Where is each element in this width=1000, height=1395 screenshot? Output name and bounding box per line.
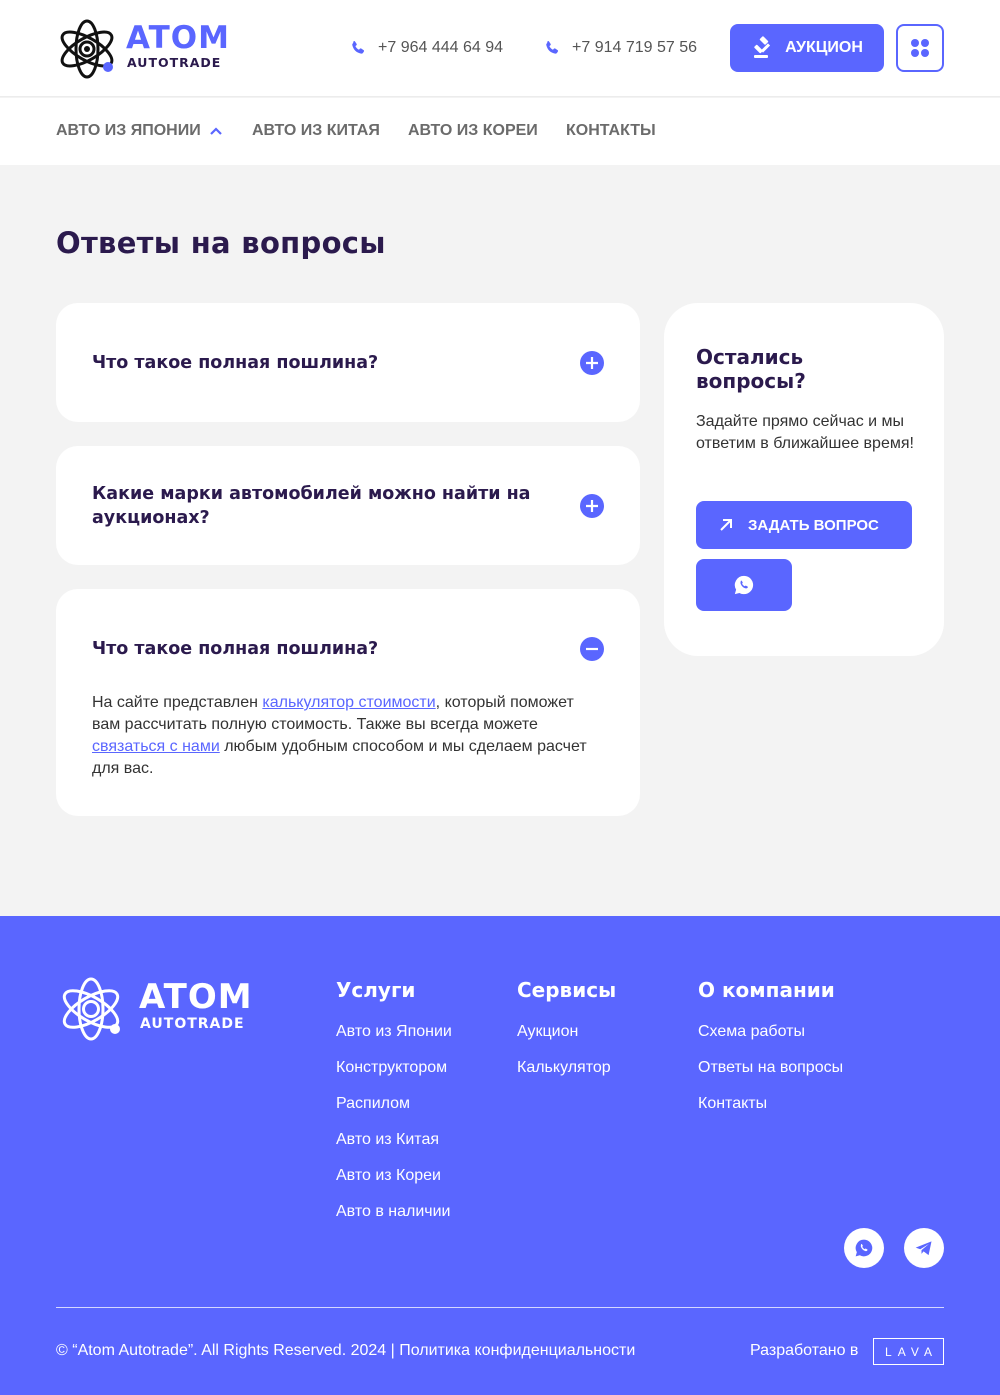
questions-card: Остались вопросы? Задайте прямо сейчас и… <box>664 303 944 656</box>
faq-answer-text: На сайте представлен <box>92 694 263 711</box>
nav-item-label: КОНТАКТЫ <box>566 122 656 139</box>
telegram-icon <box>915 1241 932 1256</box>
nav-item-label: АВТО ИЗ КИТАЯ <box>252 122 380 139</box>
faq-question: Что такое полная пошлина? <box>92 353 379 373</box>
faq-question: Что такое полная пошлина? <box>92 639 379 659</box>
plus-icon <box>586 357 598 369</box>
footer-column-tools: Сервисы Аукцион Калькулятор <box>517 978 616 1095</box>
site-footer: ATOM AUTOTRADE Услуги Авто из Японии Кон… <box>0 916 1000 1395</box>
footer-column-services: Услуги Авто из Японии Конструктором Расп… <box>336 978 452 1239</box>
faq-item-expanded[interactable]: Что такое полная пошлина? На сайте предс… <box>56 589 640 816</box>
footer-logo-wordmark: ATOM <box>139 977 253 1017</box>
auction-button[interactable]: АУКЦИОН <box>730 24 884 72</box>
phone-icon <box>352 41 365 54</box>
whatsapp-icon <box>734 575 754 595</box>
faq-item[interactable]: Что такое полная пошлина? <box>56 303 640 422</box>
questions-card-text: Задайте прямо сейчас и мы ответим в ближ… <box>696 413 914 452</box>
footer-column-company: О компании Схема работы Ответы на вопрос… <box>698 978 843 1131</box>
faq-expand-button[interactable] <box>580 494 604 518</box>
ask-question-label: ЗАДАТЬ ВОПРОС <box>748 516 879 534</box>
faq-question: Какие марки автомобилей можно найти на а… <box>92 484 531 528</box>
footer-link[interactable]: Конструктором <box>336 1059 452 1077</box>
atom-logo-icon <box>60 19 114 79</box>
phone-icon <box>546 41 559 54</box>
footer-link[interactable]: Авто из Кореи <box>336 1167 452 1185</box>
menu-button[interactable] <box>896 24 944 72</box>
footer-whatsapp-button[interactable] <box>844 1228 884 1268</box>
chevron-up-icon <box>209 127 222 135</box>
minus-icon <box>586 647 598 651</box>
logo-subtitle: AUTOTRADE <box>127 55 222 70</box>
footer-link[interactable]: Контакты <box>698 1095 843 1113</box>
gavel-icon <box>754 36 771 58</box>
developer-label: Разработано в <box>750 1342 859 1359</box>
grid-dots-icon <box>911 39 929 57</box>
ask-question-button[interactable]: ЗАДАТЬ ВОПРОС <box>696 501 912 549</box>
footer-link[interactable]: Распилом <box>336 1095 452 1113</box>
footer-link[interactable]: Ответы на вопросы <box>698 1059 843 1077</box>
footer-link[interactable]: Авто из Японии <box>336 1023 452 1041</box>
copyright-text[interactable]: © “Atom Autotrade”. All Rights Reserved.… <box>56 1342 635 1360</box>
faq-answer: На сайте представлен калькулятор стоимос… <box>92 692 592 780</box>
site-logo[interactable]: ATOM AUTOTRADE <box>56 18 236 80</box>
phone-number: +7 914 719 57 56 <box>572 39 698 56</box>
footer-column-title: Сервисы <box>517 978 617 1002</box>
nav-item-china[interactable]: АВТО ИЗ КИТАЯ <box>252 122 380 140</box>
faq-expand-button[interactable] <box>580 351 604 375</box>
questions-card-title: Остались вопросы? <box>696 345 806 393</box>
nav-item-label: АВТО ИЗ КОРЕИ <box>408 122 538 139</box>
atom-logo-icon <box>62 977 120 1041</box>
footer-column-title: О компании <box>698 978 835 1002</box>
arrow-up-right-icon <box>720 519 732 531</box>
nav-item-korea[interactable]: АВТО ИЗ КОРЕИ <box>408 122 538 140</box>
footer-link[interactable]: Схема работы <box>698 1023 843 1041</box>
footer-divider <box>56 1307 944 1308</box>
main-nav: АВТО ИЗ ЯПОНИИ АВТО ИЗ КИТАЯ АВТО ИЗ КОР… <box>0 98 1000 165</box>
faq-item[interactable]: Какие марки автомобилей можно найти на а… <box>56 446 640 565</box>
footer-logo[interactable]: ATOM AUTOTRADE <box>58 974 268 1044</box>
developer-logo[interactable]: LAVA <box>873 1338 944 1365</box>
whatsapp-icon <box>855 1239 873 1257</box>
plus-icon <box>586 500 598 512</box>
calculator-link[interactable]: калькулятор стоимости <box>262 694 435 711</box>
logo-wordmark: ATOM <box>126 20 230 56</box>
site-header: ATOM AUTOTRADE +7 964 444 64 94 +7 914 7… <box>0 0 1000 97</box>
faq-collapse-button[interactable] <box>580 637 604 661</box>
phone-link-2[interactable]: +7 914 719 57 56 <box>544 38 697 58</box>
phone-link-1[interactable]: +7 964 444 64 94 <box>350 38 503 58</box>
nav-item-label: АВТО ИЗ ЯПОНИИ <box>56 122 201 139</box>
auction-button-label: АУКЦИОН <box>785 39 863 56</box>
nav-item-contacts[interactable]: КОНТАКТЫ <box>566 122 656 140</box>
footer-link[interactable]: Авто из Китая <box>336 1131 452 1149</box>
footer-telegram-button[interactable] <box>904 1228 944 1268</box>
footer-link[interactable]: Калькулятор <box>517 1059 616 1077</box>
footer-logo-subtitle: AUTOTRADE <box>140 1016 245 1032</box>
footer-column-title: Услуги <box>336 978 416 1002</box>
whatsapp-button[interactable] <box>696 559 792 611</box>
footer-link[interactable]: Аукцион <box>517 1023 616 1041</box>
page-title: Ответы на вопросы <box>56 226 386 260</box>
footer-link[interactable]: Авто в наличии <box>336 1203 452 1221</box>
nav-item-japan[interactable]: АВТО ИЗ ЯПОНИИ <box>56 122 223 140</box>
phone-number: +7 964 444 64 94 <box>378 39 504 56</box>
contact-us-link[interactable]: связаться с нами <box>92 738 220 755</box>
